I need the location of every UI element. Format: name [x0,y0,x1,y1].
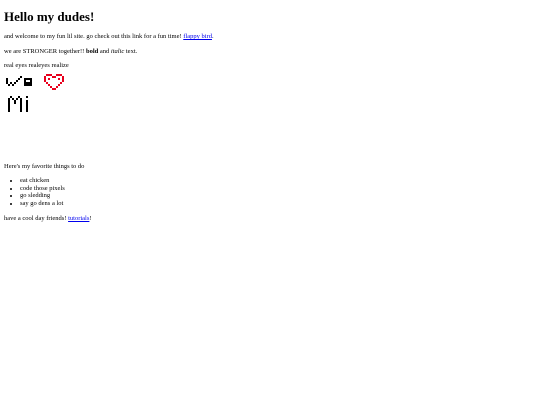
stronger-prefix: we are STRONGER together!! [4,47,85,55]
tutorials-link[interactable]: tutorials [68,215,89,222]
favorites-heading: Here's my favorite things to do [4,162,85,170]
intro-text: and welcome to my fun lil site. go check… [4,33,182,41]
bold-word: bold [85,47,99,55]
realize-paragraph: real eyes realeyes realize [4,62,69,70]
list-item: go sledding [20,192,536,200]
stronger-suffix: text. [125,47,138,55]
favorites-list: eat chicken code those pixels go sleddin… [4,177,536,207]
we-love-mi-pixel-art [6,73,64,112]
list-item: code those pixels [20,185,536,193]
intro-suffix: . [211,33,214,41]
mi-pixel-text [8,95,28,112]
intro-paragraph: and welcome to my fun lil site. go check… [4,33,536,40]
closing-text: have a cool day friends! [4,214,67,222]
stronger-paragraph: we are STRONGER together!! bold and ital… [4,48,536,55]
and-word: and [99,47,110,55]
closing-paragraph: have a cool day friends! tutorials! [4,215,536,222]
list-item: eat chicken [20,177,536,185]
flappy-bird-link[interactable]: flappy bird [183,33,212,40]
page: Hello my dudes! and welcome to my fun li… [0,0,540,405]
closing-suffix: ! [89,214,92,222]
heart-icon [44,73,64,90]
list-item: say go dens a lot [20,200,536,208]
we-pixel-text [6,75,32,86]
italic-word: italic [110,47,125,55]
page-title: Hello my dudes! [4,9,95,24]
